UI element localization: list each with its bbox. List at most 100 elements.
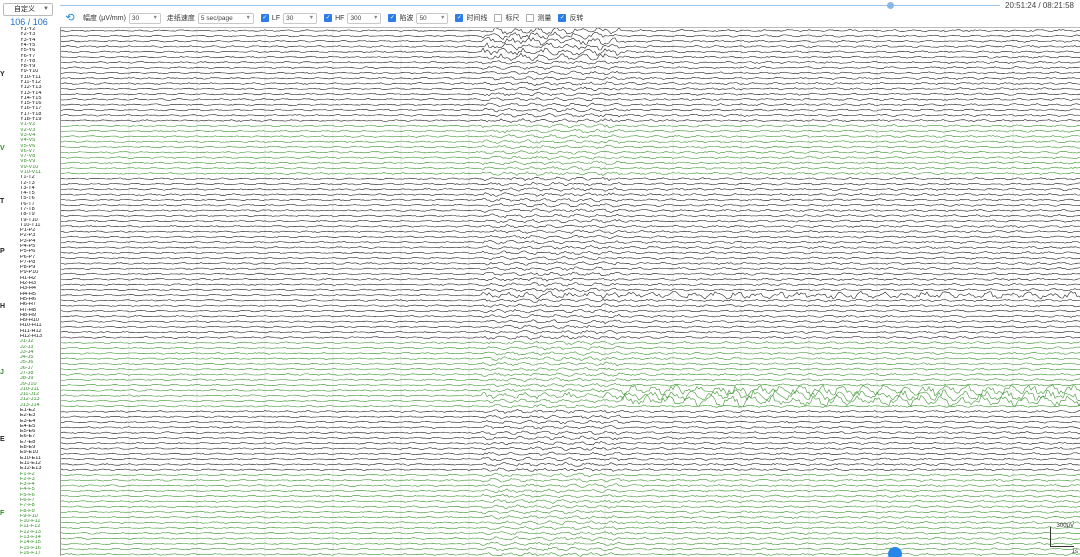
channel-label[interactable]: F15-F16 (20, 546, 60, 551)
channel-label[interactable]: E1-E2 (20, 408, 60, 413)
hf-checkbox[interactable]: ✓ (324, 14, 333, 22)
channel-label[interactable]: J1-J2 (20, 339, 60, 344)
channel-label[interactable]: Y7-Y8 (20, 59, 60, 64)
amplitude-select[interactable]: 30 ▼ (128, 12, 161, 24)
channel-label[interactable]: E8-E9 (20, 445, 60, 450)
channel-label[interactable]: Y10-Y11 (20, 75, 60, 80)
invert-checkbox[interactable]: ✓ (558, 14, 567, 22)
channel-label[interactable]: E4-E5 (20, 424, 60, 429)
channel-label[interactable]: H7-H8 (20, 308, 60, 313)
timeline-checkbox[interactable]: ✓ (455, 14, 464, 22)
channel-label[interactable]: Y14-Y15 (20, 96, 60, 101)
channel-label[interactable]: F14-F15 (20, 540, 60, 545)
channel-label[interactable]: E12-E13 (20, 466, 60, 471)
channel-label[interactable]: V3-V4 (20, 133, 60, 138)
channel-label[interactable]: V9-V10 (20, 165, 60, 170)
timeline-track[interactable] (60, 5, 1000, 6)
channel-label[interactable]: Y3-Y4 (20, 38, 60, 43)
channel-label[interactable]: E7-E8 (20, 440, 60, 445)
channel-label[interactable]: H12-H13 (20, 334, 60, 339)
channel-label[interactable]: Y9-Y10 (20, 69, 60, 74)
channel-label[interactable]: P6-P7 (20, 255, 60, 260)
channel-label[interactable]: J2-J3 (20, 345, 60, 350)
channel-label[interactable]: Y5-Y6 (20, 48, 60, 53)
channel-label[interactable]: T5-T6 (20, 196, 60, 201)
channel-label[interactable]: Y4-Y5 (20, 43, 60, 48)
channel-label[interactable]: P8-P9 (20, 265, 60, 270)
channel-label[interactable]: E11-E12 (20, 461, 60, 466)
channel-label[interactable]: Y12-Y13 (20, 85, 60, 90)
channel-label[interactable]: P2-P3 (20, 233, 60, 238)
channel-label[interactable]: F3-F4 (20, 482, 60, 487)
channel-label[interactable]: H2-H3 (20, 281, 60, 286)
channel-label[interactable]: Y6-Y7 (20, 54, 60, 59)
speed-select[interactable]: 5 sec/page ▼ (197, 12, 254, 24)
notch-select[interactable]: 50 ▼ (416, 12, 449, 24)
channel-label[interactable]: T6-T7 (20, 202, 60, 207)
channel-label[interactable]: Y16-Y17 (20, 106, 60, 111)
channel-label[interactable]: E3-E4 (20, 419, 60, 424)
channel-label[interactable]: T10-T11 (20, 223, 60, 228)
channel-label[interactable]: P5-P6 (20, 249, 60, 254)
measure-checkbox[interactable]: ✓ (526, 14, 535, 22)
montage-select[interactable]: 自定义 ▼ (3, 3, 53, 16)
channel-label[interactable]: H6-H7 (20, 302, 60, 307)
channel-label[interactable]: P4-P5 (20, 244, 60, 249)
channel-label[interactable]: P3-P4 (20, 239, 60, 244)
channel-label[interactable]: H10-H11 (20, 323, 60, 328)
channel-label[interactable]: F13-F14 (20, 535, 60, 540)
channel-label[interactable]: F11-F12 (20, 524, 60, 529)
channel-label[interactable]: F6-F7 (20, 498, 60, 503)
channel-label[interactable]: T9-T10 (20, 218, 60, 223)
channel-label[interactable]: F2-F3 (20, 477, 60, 482)
channel-label[interactable]: T2-T3 (20, 181, 60, 186)
channel-label[interactable]: H5-H6 (20, 297, 60, 302)
channel-label[interactable]: F7-F8 (20, 503, 60, 508)
channel-label[interactable]: P9-P10 (20, 270, 60, 275)
channel-label[interactable]: F12-F13 (20, 530, 60, 535)
refresh-icon[interactable]: ⟲ (64, 12, 76, 24)
hf-select[interactable]: 300 ▼ (347, 12, 382, 24)
channel-label[interactable]: H9-H10 (20, 318, 60, 323)
channel-label[interactable]: F8-F9 (20, 509, 60, 514)
channel-label[interactable]: P1-P2 (20, 228, 60, 233)
channel-label[interactable]: E5-E6 (20, 429, 60, 434)
channel-label[interactable]: H4-H5 (20, 292, 60, 297)
channel-label[interactable]: Y15-Y16 (20, 101, 60, 106)
channel-label[interactable]: Y2-Y3 (20, 32, 60, 37)
channel-label[interactable]: Y18-Y19 (20, 117, 60, 122)
channel-label[interactable]: E6-E7 (20, 434, 60, 439)
lf-select[interactable]: 30 ▼ (283, 12, 318, 24)
channel-label[interactable]: F4-F5 (20, 487, 60, 492)
channel-label[interactable]: V1-V2 (20, 122, 60, 127)
notch-checkbox[interactable]: ✓ (388, 14, 397, 22)
eeg-trace-area[interactable] (60, 27, 1080, 557)
channel-label[interactable]: T7-T8 (20, 207, 60, 212)
channel-label[interactable]: J11-J12 (20, 392, 60, 397)
channel-label[interactable]: V7-V8 (20, 154, 60, 159)
channel-label[interactable]: J10-J11 (20, 387, 60, 392)
channel-label[interactable]: E2-E3 (20, 413, 60, 418)
ruler-checkbox[interactable]: ✓ (494, 14, 503, 22)
channel-label[interactable]: V8-V9 (20, 159, 60, 164)
navigator-handle[interactable] (888, 547, 902, 557)
channel-label[interactable]: V10-V11 (20, 170, 60, 175)
channel-label[interactable]: V5-V6 (20, 144, 60, 149)
channel-label[interactable]: E9-E10 (20, 450, 60, 455)
channel-label[interactable]: F16-F17 (20, 551, 60, 556)
channel-label[interactable]: V6-V7 (20, 149, 60, 154)
channel-label[interactable]: P7-P8 (20, 260, 60, 265)
channel-label[interactable]: J6-J7 (20, 366, 60, 371)
channel-label[interactable]: H3-H4 (20, 286, 60, 291)
lf-checkbox[interactable]: ✓ (260, 14, 269, 22)
channel-label[interactable]: V4-V5 (20, 138, 60, 143)
channel-label[interactable]: F10-F11 (20, 519, 60, 524)
channel-label[interactable]: V2-V3 (20, 128, 60, 133)
channel-label[interactable]: F5-F6 (20, 493, 60, 498)
channel-label[interactable]: J8-J9 (20, 376, 60, 381)
channel-label[interactable]: J5-J6 (20, 360, 60, 365)
channel-label[interactable]: T3-T4 (20, 186, 60, 191)
channel-label[interactable]: J7-J8 (20, 371, 60, 376)
channel-label[interactable]: J13-J14 (20, 403, 60, 408)
timeline-thumb[interactable] (887, 2, 895, 9)
